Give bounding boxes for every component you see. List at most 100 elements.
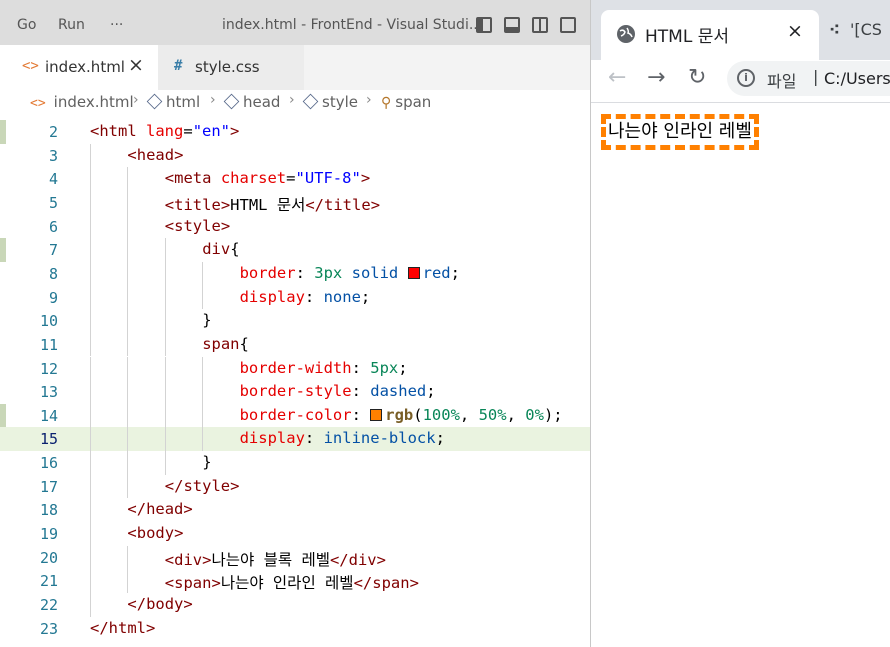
menu-more[interactable]: ···: [110, 0, 123, 45]
code-token: >: [360, 169, 371, 188]
code-line[interactable]: 17 </style>: [0, 474, 590, 499]
code-line[interactable]: 22 </body>: [0, 593, 590, 617]
url-separator: |: [813, 67, 819, 86]
close-icon[interactable]: ×: [787, 20, 803, 42]
code-editor[interactable]: 2 <html lang="en"> 3 <head> 4 <meta charset="…: [0, 120, 590, 647]
code-text: display: inline-block;: [240, 429, 445, 447]
code-line[interactable]: 20 <div>나는야 블록 레벨</div>: [0, 545, 590, 570]
code-line[interactable]: 5 <title>HTML 문서</title>: [0, 190, 590, 215]
code-line[interactable]: 23 </html>: [0, 617, 590, 641]
code-line[interactable]: 12 border-width: 5px;: [0, 356, 590, 381]
code-token: charset: [220, 169, 287, 188]
code-token: </: [127, 500, 147, 519]
code-token: border: [239, 263, 296, 282]
indent-guide: [164, 427, 166, 452]
menu-run[interactable]: Run: [58, 0, 85, 45]
indent-guide: [164, 309, 166, 333]
toggle-sidebar-icon[interactable]: [476, 17, 492, 33]
reload-icon[interactable]: ↻: [688, 65, 706, 90]
code-line[interactable]: 7 div{: [0, 238, 590, 262]
code-text: </style>: [165, 477, 240, 495]
menu-go[interactable]: Go: [17, 0, 36, 45]
indent-guide: [127, 451, 129, 475]
code-line[interactable]: 3 <head>: [0, 143, 590, 168]
code-line[interactable]: 19 <body>: [0, 522, 590, 546]
code-token: html: [108, 618, 146, 637]
indent-guide: [164, 238, 166, 262]
indent-guide: [90, 261, 91, 286]
code-line[interactable]: 10}: [0, 309, 590, 333]
code-line[interactable]: 18 </head>: [0, 498, 590, 523]
indent-guide: [127, 167, 129, 191]
indent-guide: [164, 380, 166, 404]
breadcrumb-item-span[interactable]: ⚲ span: [381, 93, 431, 111]
code-line[interactable]: 2 <html lang="en">: [0, 120, 590, 144]
color-swatch-icon[interactable]: [370, 408, 383, 421]
forward-arrow-icon[interactable]: →: [647, 65, 665, 90]
breadcrumb-item-html[interactable]: html: [146, 93, 200, 111]
code-line[interactable]: 8 border: 3px solid red;: [0, 261, 590, 286]
breadcrumb-item-head[interactable]: head: [223, 93, 280, 111]
code-text: border-width: 5px;: [240, 359, 408, 377]
code-token: HTML 문서: [230, 195, 306, 214]
page-viewport: 나는야 인라인 레벨: [591, 104, 890, 647]
line-number: 6: [48, 217, 58, 236]
tab-style-css[interactable]: # style.css: [158, 45, 304, 90]
close-icon[interactable]: ×: [128, 54, 144, 76]
back-arrow-icon[interactable]: ←: [608, 65, 626, 90]
line-number: 18: [39, 501, 58, 520]
code-line[interactable]: 14 border-color: rgb(100%, 50%, 0%);: [0, 403, 590, 428]
title-bar: Go Run ··· index.html - FrontEnd - Visua…: [0, 0, 590, 45]
indent-guide: [202, 427, 204, 452]
code-token: >: [230, 122, 240, 140]
breadcrumb-item-index-html[interactable]: <> index.html: [30, 93, 134, 111]
code-line[interactable]: 15 display: inline-block;: [0, 427, 590, 452]
code-token: <: [90, 122, 100, 140]
code-token: border-width: [239, 358, 352, 377]
code-text: </head>: [127, 500, 192, 518]
code-token: >: [174, 145, 184, 164]
code-token: </: [164, 476, 184, 495]
code-line[interactable]: 11 span{: [0, 332, 590, 357]
code-line[interactable]: 21 <span>나는야 인라인 레벨</span>: [0, 569, 590, 593]
code-line[interactable]: 4 <meta charset="UTF-8">: [0, 167, 590, 191]
browser-tab-active[interactable]: HTML 문서 ×: [601, 10, 819, 60]
code-token: 나는야 블록 레벨: [211, 550, 330, 569]
inline-block-span: 나는야 인라인 레벨: [601, 114, 759, 150]
split-layout-icon[interactable]: [532, 17, 548, 33]
code-line[interactable]: 6 <style>: [0, 214, 590, 239]
code-token: ,: [459, 405, 479, 424]
code-token: inline-block: [323, 429, 436, 448]
address-bar[interactable]: i 파일 | C:/Users/: [727, 61, 890, 96]
line-number: 11: [39, 335, 58, 354]
code-token: <: [164, 550, 175, 569]
code-token: <: [164, 195, 175, 214]
color-swatch-icon[interactable]: [407, 266, 420, 279]
code-token: solid: [351, 263, 399, 282]
line-number: 7: [48, 241, 58, 260]
toggle-panel-icon[interactable]: [504, 17, 520, 33]
code-line[interactable]: 16}: [0, 451, 590, 475]
info-icon[interactable]: i: [737, 69, 755, 87]
code-text: <title>HTML 문서</title>: [165, 193, 380, 215]
code-token: span: [174, 574, 212, 593]
code-token: >: [220, 216, 231, 235]
code-line[interactable]: 9 display: none;: [0, 285, 590, 310]
url-text[interactable]: C:/Users/: [824, 69, 890, 88]
code-line[interactable]: 13 border-style: dashed;: [0, 380, 590, 404]
code-text: <body>: [127, 524, 183, 542]
tab-index-html[interactable]: <> index.html ×: [0, 45, 158, 90]
customize-layout-icon[interactable]: [560, 17, 576, 33]
browser-tab-second[interactable]: ⁖ '[CS: [829, 20, 882, 39]
code-token: head: [146, 500, 184, 519]
code-token: dashed: [370, 382, 427, 401]
code-token: span: [202, 334, 240, 353]
code-text: div{: [202, 240, 239, 258]
breadcrumb-item-style[interactable]: style: [302, 93, 358, 111]
code-token: (: [413, 405, 423, 424]
code-token: >: [376, 550, 386, 569]
code-token: style: [183, 476, 231, 495]
indent-guide: [164, 356, 166, 381]
